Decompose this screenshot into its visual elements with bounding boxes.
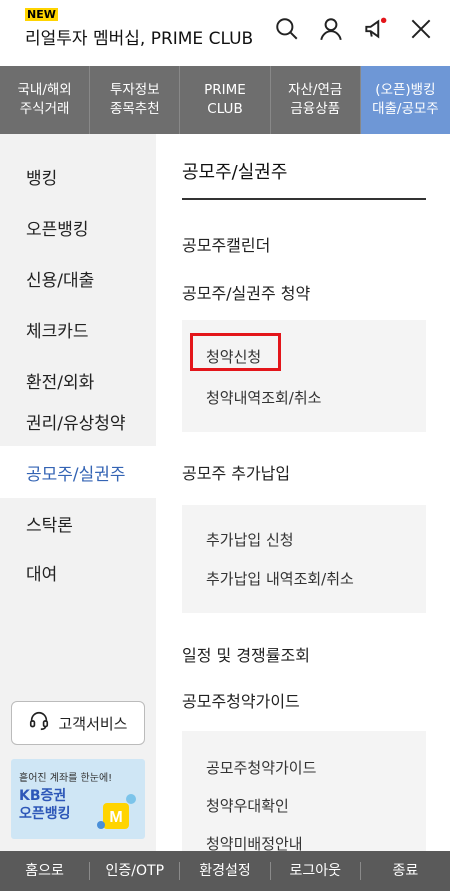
tab-assets-pension[interactable]: 자산/연금 금융상품 xyxy=(271,66,361,134)
tab-banking-ipo[interactable]: (오픈)뱅킹 대출/공모주 xyxy=(360,66,450,134)
sidebar-item-stock-loan[interactable]: 스탁론 xyxy=(0,497,156,549)
search-icon[interactable] xyxy=(272,14,302,44)
home-button[interactable]: 홈으로 xyxy=(0,862,91,880)
banner-title: KB증권 오픈뱅킹 xyxy=(19,788,71,822)
additional-payment-submenu: 추가납입 신청 추가납입 내역조회/취소 xyxy=(182,505,426,613)
sidebar: 뱅킹 오픈뱅킹 신용/대출 체크카드 환전/외화 권리/유상청약 공모주/실권주… xyxy=(0,134,156,851)
customer-service-button[interactable]: 고객서비스 xyxy=(11,701,145,745)
menu-additional-payment[interactable]: 공모주 추가납입 xyxy=(182,460,290,484)
auth-otp-button[interactable]: 인증/OTP xyxy=(90,862,181,880)
headset-icon xyxy=(28,710,50,736)
top-nav: 국내/해외 주식거래 투자정보 종목추천 PRIME CLUB 자산/연금 금융… xyxy=(0,66,450,134)
menu-schedule-competition[interactable]: 일정 및 경쟁률조회 xyxy=(182,642,310,666)
menu-ipo-calendar[interactable]: 공모주캘린더 xyxy=(182,232,270,256)
title-divider xyxy=(182,198,426,200)
header-title[interactable]: 리얼투자 멤버십, PRIME CLUB xyxy=(25,24,253,49)
logout-button[interactable]: 로그아웃 xyxy=(271,862,361,880)
submenu-additional-payment-history[interactable]: 추가납입 내역조회/취소 xyxy=(206,568,354,589)
open-banking-banner[interactable]: 흩어진 계좌를 한눈에! KB증권 오픈뱅킹 M xyxy=(11,759,145,839)
tab-prime-club[interactable]: PRIME CLUB xyxy=(180,66,271,134)
banner-illustration: M xyxy=(97,794,136,829)
exit-button[interactable]: 종료 xyxy=(361,862,450,880)
sidebar-item-check-card[interactable]: 체크카드 xyxy=(0,303,156,355)
submenu-ipo-guide[interactable]: 공모주청약가이드 xyxy=(206,757,316,778)
sidebar-item-open-banking[interactable]: 오픈뱅킹 xyxy=(0,201,156,253)
new-badge: NEW xyxy=(25,8,58,21)
submenu-subscription-history[interactable]: 청약내역조회/취소 xyxy=(206,387,321,408)
content-panel: 공모주/실권주 공모주캘린더 공모주/실권주 청약 청약신청 청약내역조회/취소… xyxy=(156,134,450,851)
guide-submenu: 공모주청약가이드 청약우대확인 청약미배정안내 xyxy=(182,731,426,851)
submenu-additional-payment-apply[interactable]: 추가납입 신청 xyxy=(206,529,294,550)
sidebar-item-lending[interactable]: 대여 xyxy=(0,546,156,598)
megaphone-icon[interactable] xyxy=(360,14,390,44)
settings-button[interactable]: 환경설정 xyxy=(180,862,271,880)
sidebar-item-ipo[interactable]: 공모주/실권주 xyxy=(0,446,156,498)
menu-ipo-subscription[interactable]: 공모주/실권주 청약 xyxy=(182,280,310,304)
tab-stock-trading[interactable]: 국내/해외 주식거래 xyxy=(0,66,91,134)
bottom-bar: 홈으로 인증/OTP 환경설정 로그아웃 종료 xyxy=(0,851,450,891)
app-header: NEW 리얼투자 멤버십, PRIME CLUB xyxy=(0,0,450,66)
page-title: 공모주/실권주 xyxy=(182,162,288,183)
close-icon[interactable] xyxy=(406,14,436,44)
sidebar-item-rights[interactable]: 권리/유상청약 xyxy=(0,395,156,447)
tab-investment-info[interactable]: 투자정보 종목추천 xyxy=(90,66,181,134)
highlight-box xyxy=(190,333,281,371)
banner-subtitle: 흩어진 계좌를 한눈에! xyxy=(19,773,113,784)
customer-service-label: 고객서비스 xyxy=(58,714,128,733)
sidebar-item-credit-loan[interactable]: 신용/대출 xyxy=(0,252,156,304)
svg-text:M: M xyxy=(109,809,122,826)
submenu-preferential-check[interactable]: 청약우대확인 xyxy=(206,795,289,816)
sidebar-item-banking[interactable]: 뱅킹 xyxy=(0,150,156,202)
submenu-unallocated-info[interactable]: 청약미배정안내 xyxy=(206,833,303,851)
user-icon[interactable] xyxy=(316,14,346,44)
menu-ipo-guide[interactable]: 공모주청약가이드 xyxy=(182,688,300,712)
